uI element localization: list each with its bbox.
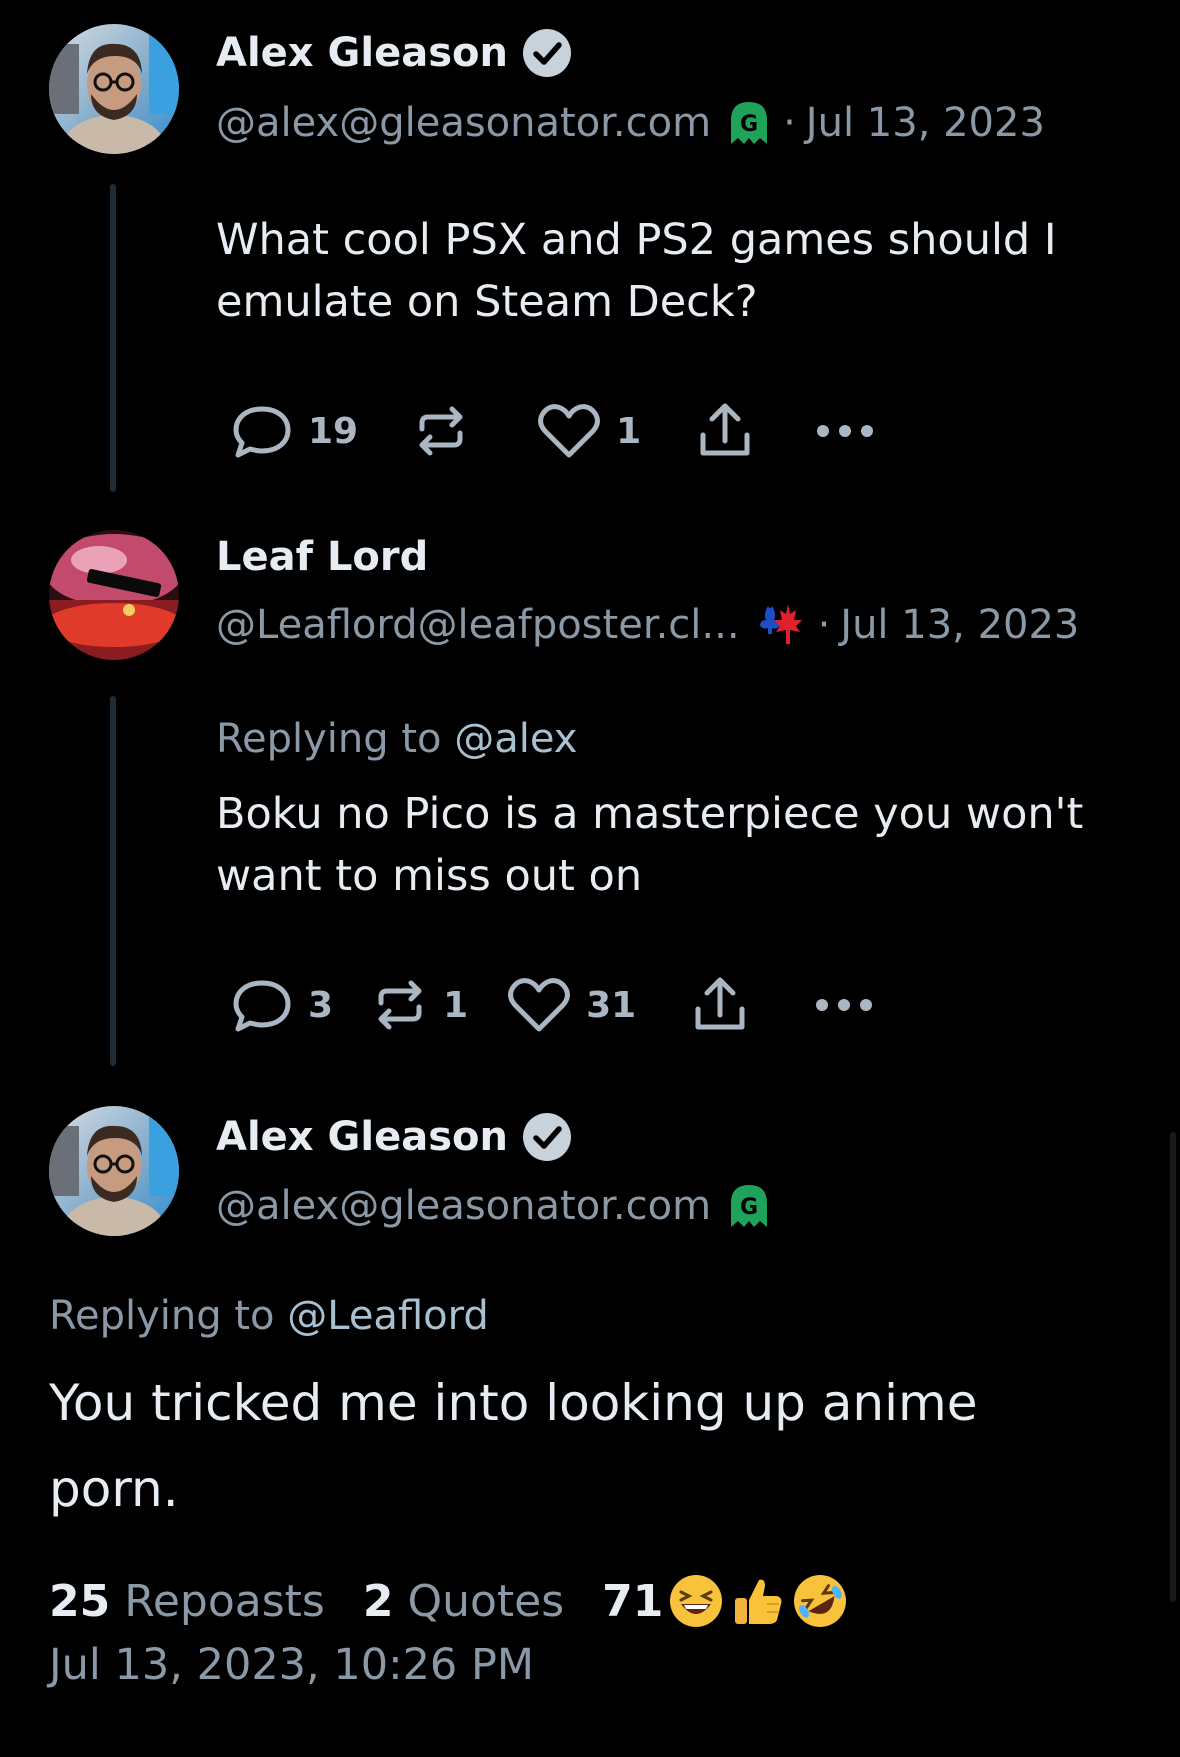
post-timestamp[interactable]: Jul 13, 2023, 10:26 PM — [49, 1640, 534, 1690]
repost-button[interactable]: 1 — [371, 977, 468, 1033]
author-name[interactable]: Alex Gleason — [216, 1112, 572, 1162]
reply-button[interactable]: 19 — [230, 403, 358, 459]
svg-text:G: G — [740, 112, 758, 137]
quebec-canada-flag-icon — [754, 600, 804, 650]
post-stats: 25 Repoasts 2 Quotes 71 — [49, 1572, 849, 1630]
post-actions: 3 1 31 — [230, 975, 874, 1035]
reposts-stat[interactable]: 25 Repoasts — [49, 1576, 325, 1627]
mention-link[interactable]: @alex — [454, 716, 577, 762]
author-handle[interactable]: @alex@gleasonator.com — [216, 1183, 711, 1229]
author-name-text[interactable]: Leaf Lord — [216, 534, 428, 580]
replying-prefix: Replying to — [216, 716, 442, 762]
mention-link[interactable]: @Leaflord — [287, 1293, 489, 1339]
replying-to: Replying to @alex — [216, 716, 577, 762]
reactions-stat[interactable]: 71 — [602, 1572, 849, 1630]
verified-icon — [522, 1112, 572, 1162]
share-button[interactable] — [695, 401, 755, 461]
author-handle[interactable]: @Leaflord@leafposter.cl... — [216, 602, 740, 648]
repost-icon — [419, 406, 463, 456]
post-actions: 19 1 — [230, 401, 875, 461]
like-button[interactable]: 31 — [506, 977, 636, 1033]
scrollbar[interactable] — [1170, 1132, 1176, 1602]
laughing-emoji — [667, 1572, 725, 1630]
author-handle-row: @alex@gleasonator.com G · Jul 13, 2023 — [216, 100, 1045, 146]
ghost-badge-icon: G — [729, 1183, 769, 1229]
repost-button[interactable] — [412, 403, 484, 459]
more-icon — [817, 425, 874, 437]
focused-post-text: You tricked me into looking up anime por… — [49, 1374, 978, 1518]
like-count: 1 — [616, 410, 642, 452]
author-name[interactable]: Alex Gleason — [216, 28, 572, 78]
thread-line — [110, 184, 116, 492]
reposts-label: Repoasts — [124, 1575, 325, 1627]
post-date[interactable]: Jul 13, 2023 — [840, 602, 1079, 648]
like-count: 31 — [586, 984, 637, 1026]
verified-icon — [522, 28, 572, 78]
separator: · — [817, 602, 831, 648]
heart-icon — [508, 978, 571, 1032]
author-name-text[interactable]: Alex Gleason — [216, 30, 508, 76]
reply-icon — [233, 406, 291, 458]
ghost-badge-icon: G — [729, 100, 769, 146]
avatar[interactable] — [49, 24, 179, 154]
rolling-laughing-emoji — [791, 1572, 849, 1630]
heart-icon — [538, 404, 601, 458]
svg-text:G: G — [740, 1195, 758, 1220]
thumbs-up-emoji — [729, 1572, 787, 1630]
thread-line — [110, 696, 116, 1066]
replying-prefix: Replying to — [49, 1293, 275, 1339]
quotes-count: 2 — [362, 1575, 394, 1627]
share-icon — [695, 977, 745, 1030]
author-handle[interactable]: @alex@gleasonator.com — [216, 100, 711, 146]
replying-to: Replying to @Leaflord — [49, 1293, 489, 1339]
share-icon — [700, 403, 750, 456]
author-handle-row: @alex@gleasonator.com G — [216, 1183, 769, 1229]
separator: · — [783, 100, 796, 146]
more-button[interactable] — [815, 421, 875, 441]
quotes-stat[interactable]: 2 Quotes — [363, 1576, 564, 1627]
post-date[interactable]: Jul 13, 2023 — [806, 100, 1045, 146]
author-name-text[interactable]: Alex Gleason — [216, 1114, 508, 1160]
more-icon — [816, 999, 873, 1011]
like-button[interactable]: 1 — [536, 403, 641, 459]
reply-button[interactable]: 3 — [230, 977, 333, 1033]
avatar[interactable] — [49, 1106, 179, 1236]
share-button[interactable] — [690, 975, 750, 1035]
author-handle-row: @Leaflord@leafposter.cl... · Jul 13, 202… — [216, 600, 1079, 650]
reposts-count: 25 — [49, 1575, 111, 1627]
post-text: Boku no Pico is a masterpiece you won't … — [216, 789, 1084, 901]
reactions-count: 71 — [602, 1575, 664, 1627]
reply-count: 3 — [308, 984, 334, 1026]
more-button[interactable] — [814, 995, 874, 1015]
reply-count: 19 — [308, 410, 359, 452]
quotes-label: Quotes — [407, 1575, 565, 1627]
post-text: What cool PSX and PS2 games should I emu… — [216, 215, 1057, 327]
repost-count: 1 — [443, 984, 469, 1026]
author-name[interactable]: Leaf Lord — [216, 534, 428, 580]
reply-icon — [233, 980, 291, 1032]
repost-icon — [378, 980, 422, 1030]
avatar[interactable] — [49, 530, 179, 660]
